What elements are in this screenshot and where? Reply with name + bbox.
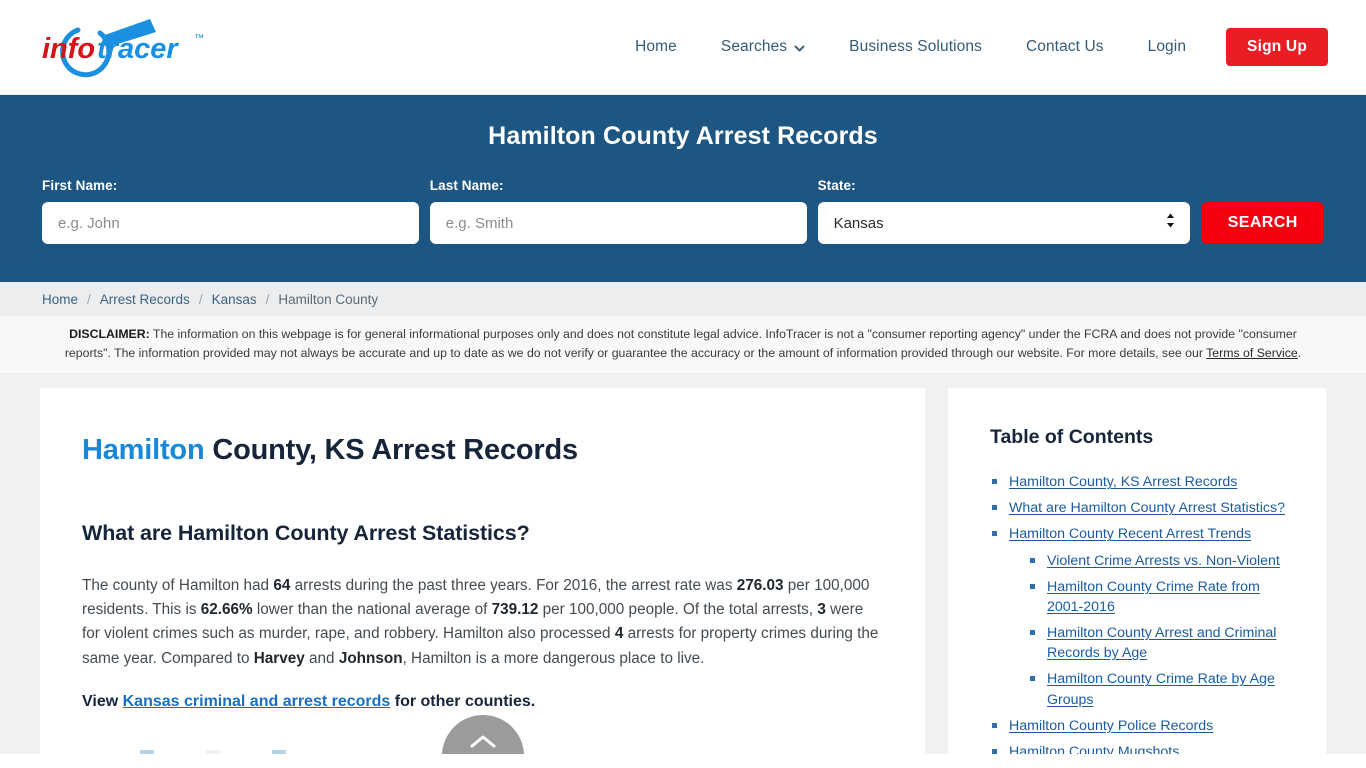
disclaimer-banner: DISCLAIMER: The information on this webp… [0, 316, 1366, 375]
disclaimer-label: DISCLAIMER: [69, 327, 150, 341]
list-item: Hamilton County Arrest and Criminal Reco… [990, 623, 1294, 663]
toc-link-crime-rate-by-age-groups[interactable]: Hamilton County Crime Rate by Age Groups [1047, 671, 1275, 707]
view-prefix: View [82, 692, 123, 710]
chevron-down-icon [794, 43, 805, 54]
list-item: Violent Crime Arrests vs. Non-Violent [990, 551, 1294, 571]
site-header: info tracer ™ Home Searches Business Sol… [0, 0, 1366, 95]
nav-item-business-solutions[interactable]: Business Solutions [827, 38, 1004, 56]
toc-link-mugshots[interactable]: Hamilton County Mugshots [1009, 744, 1179, 754]
terms-of-service-link[interactable]: Terms of Service [1206, 346, 1298, 360]
page-title-highlight: Hamilton [82, 434, 205, 467]
list-item: Hamilton County Mugshots [990, 742, 1294, 754]
list-item: Hamilton County Recent Arrest Trends [990, 524, 1294, 544]
list-item: What are Hamilton County Arrest Statisti… [990, 498, 1294, 518]
legend-swatch [206, 750, 220, 755]
nav-label-contact-us: Contact Us [1025, 38, 1104, 55]
legend-swatch [272, 750, 286, 755]
infotracer-logo-icon: info tracer ™ [42, 19, 204, 78]
para-text: , Hamilton is a more dangerous place to … [402, 649, 705, 667]
search-button[interactable]: SEARCH [1201, 202, 1324, 244]
toc-link-arrest-records[interactable]: Hamilton County, KS Arrest Records [1009, 474, 1237, 490]
article-content-card: Hamilton County, KS Arrest Records What … [40, 388, 925, 755]
breadcrumb: Home / Arrest Records / Kansas / Hamilto… [0, 282, 1366, 316]
compared-county-johnson: Johnson [338, 649, 403, 667]
list-item: Hamilton County Police Records [990, 716, 1294, 736]
nav-item-searches[interactable]: Searches [699, 38, 827, 56]
svg-text:™: ™ [194, 33, 204, 44]
breadcrumb-item-arrest-records[interactable]: Arrest Records [100, 292, 190, 307]
compared-county-harvey: Harvey [253, 649, 305, 667]
state-select-wrapper: Kansas [817, 202, 1191, 244]
disclaimer-text: The information on this webpage is for g… [64, 327, 1297, 361]
page-body: Hamilton County, KS Arrest Records What … [0, 374, 1366, 755]
breadcrumb-separator: / [87, 291, 91, 307]
stat-arrest-rate: 276.03 [736, 577, 784, 595]
breadcrumb-item-home[interactable]: Home [42, 292, 78, 307]
para-text: per 100,000 people. Of the total arrests… [538, 601, 818, 619]
last-name-field-group: Last Name: [429, 178, 807, 244]
list-item: Hamilton County, KS Arrest Records [990, 472, 1294, 492]
svg-text:info: info [42, 33, 95, 65]
nav-item-login[interactable]: Login [1126, 38, 1208, 56]
nav-label-business-solutions: Business Solutions [849, 38, 982, 55]
breadcrumb-separator: / [198, 291, 203, 307]
nav-item-contact-us[interactable]: Contact Us [1004, 38, 1126, 56]
section-heading-arrest-statistics: What are Hamilton County Arrest Statisti… [82, 521, 530, 546]
state-label: State: [817, 178, 856, 193]
legend-swatch [140, 750, 154, 755]
state-select[interactable]: Kansas [817, 202, 1191, 244]
view-other-counties-line: View Kansas criminal and arrest records … [82, 693, 885, 711]
hero-title: Hamilton County Arrest Records [488, 122, 878, 150]
view-suffix: for other counties. [390, 692, 536, 710]
scroll-to-top-button[interactable] [441, 715, 524, 755]
arrest-statistics-paragraph: The county of Hamilton had 64 arrests du… [82, 574, 885, 671]
first-name-field-group: First Name: [42, 178, 419, 244]
list-item: Hamilton County Crime Rate by Age Groups [990, 669, 1294, 709]
toc-title: Table of Contents [990, 426, 1154, 449]
nav-label-home: Home [635, 38, 677, 55]
nav-label-searches: Searches [720, 38, 788, 55]
stat-violent-arrests: 3 [817, 601, 826, 619]
sign-up-button[interactable]: Sign Up [1226, 28, 1328, 66]
last-name-label: Last Name: [429, 178, 504, 193]
toc-link-crime-rate-2001-2016[interactable]: Hamilton County Crime Rate from 2001-201… [1047, 579, 1260, 615]
chevron-up-icon [469, 733, 497, 751]
stat-percent-lower: 62.66% [200, 601, 253, 619]
list-item: Hamilton County Crime Rate from 2001-201… [990, 577, 1294, 617]
para-text: and [304, 649, 339, 667]
toc-list: Hamilton County, KS Arrest Records What … [990, 472, 1294, 754]
toc-link-arrest-statistics[interactable]: What are Hamilton County Arrest Statisti… [1009, 500, 1285, 516]
main-navigation: Home Searches Business Solutions Contact… [613, 28, 1328, 66]
breadcrumb-separator: / [265, 291, 270, 307]
arrest-records-search-form: First Name: Last Name: State: Kansas [0, 178, 1366, 244]
para-text: arrests during the past three years. For… [290, 577, 737, 595]
hero-search-section: Hamilton County Arrest Records First Nam… [0, 95, 1366, 282]
toc-link-police-records[interactable]: Hamilton County Police Records [1009, 718, 1213, 734]
site-logo[interactable]: info tracer ™ [40, 0, 214, 95]
svg-text:tracer: tracer [97, 33, 179, 65]
toc-link-records-by-age[interactable]: Hamilton County Arrest and Criminal Reco… [1047, 625, 1276, 661]
table-of-contents-card: Table of Contents Hamilton County, KS Ar… [948, 388, 1326, 755]
toc-link-recent-arrest-trends[interactable]: Hamilton County Recent Arrest Trends [1009, 526, 1251, 542]
nav-label-login: Login [1147, 38, 1187, 55]
breadcrumb-item-hamilton-county: Hamilton County [278, 291, 379, 307]
kansas-records-link[interactable]: Kansas criminal and arrest records [123, 693, 391, 710]
para-text: lower than the national average of [252, 601, 492, 619]
page-title-rest: County, KS Arrest Records [204, 434, 578, 467]
stat-national-average: 739.12 [491, 601, 539, 619]
last-name-input[interactable] [429, 202, 807, 244]
disclaimer-text-end: . [1297, 346, 1302, 361]
para-text: The county of Hamilton had [82, 577, 274, 595]
nav-item-home[interactable]: Home [613, 38, 699, 56]
page-title: Hamilton County, KS Arrest Records [82, 434, 885, 467]
toc-link-violent-vs-nonviolent[interactable]: Violent Crime Arrests vs. Non-Violent [1047, 553, 1280, 569]
breadcrumb-item-kansas[interactable]: Kansas [212, 292, 257, 307]
first-name-label: First Name: [42, 178, 118, 193]
first-name-input[interactable] [42, 202, 419, 244]
state-field-group: State: Kansas [817, 178, 1191, 244]
stat-total-arrests: 64 [273, 577, 291, 595]
